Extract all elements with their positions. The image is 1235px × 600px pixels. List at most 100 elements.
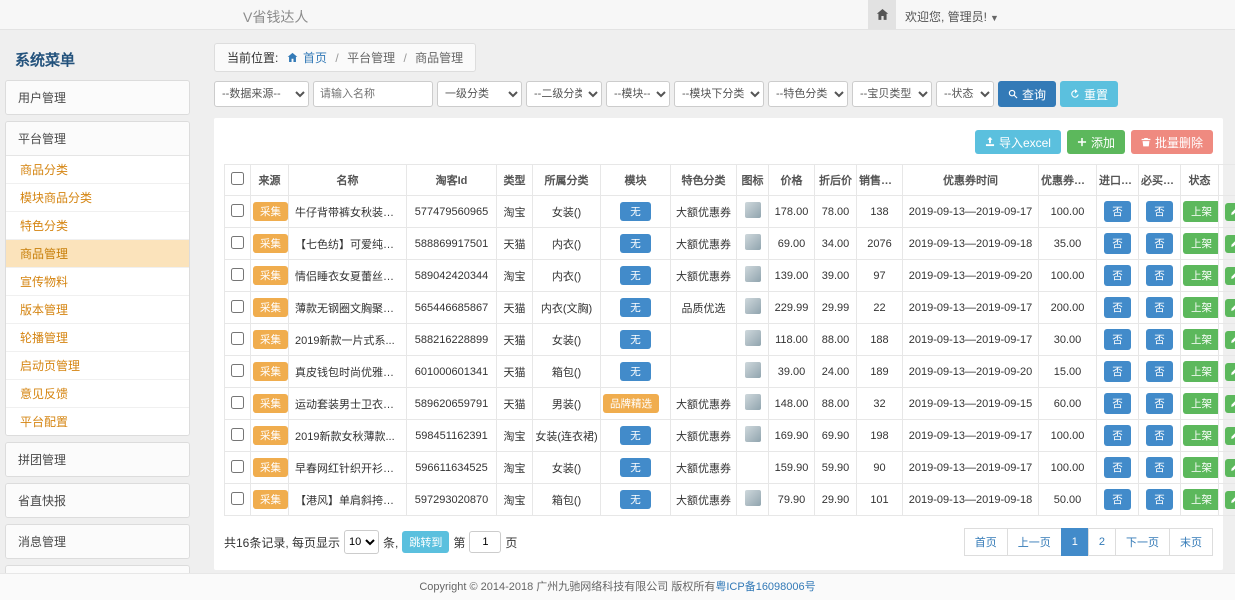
must-buy-toggle[interactable]: 否	[1146, 457, 1173, 478]
row-checkbox[interactable]	[231, 236, 244, 249]
status-button[interactable]: 上架	[1183, 457, 1219, 478]
page-size-select[interactable]: 10	[344, 530, 379, 554]
row-checkbox[interactable]	[231, 204, 244, 217]
featured-category-select[interactable]: --特色分类--	[768, 81, 848, 107]
module-sub-select[interactable]: --模块下分类--	[674, 81, 764, 107]
edit-button[interactable]	[1225, 299, 1235, 317]
jump-button[interactable]: 跳转到	[402, 531, 449, 553]
jump-page-input[interactable]	[469, 531, 501, 553]
first-page-button[interactable]: 首页	[964, 528, 1008, 556]
edit-button[interactable]	[1225, 491, 1235, 509]
must-buy-toggle[interactable]: 否	[1146, 297, 1173, 318]
module-select[interactable]: --模块--	[606, 81, 670, 107]
discount-price: 34.00	[815, 228, 857, 260]
row-checkbox[interactable]	[231, 396, 244, 409]
level1-category-select[interactable]: 一级分类	[437, 81, 522, 107]
level2-category-select[interactable]: --二级分类--	[526, 81, 602, 107]
row-checkbox[interactable]	[231, 492, 244, 505]
status-button[interactable]: 上架	[1183, 393, 1219, 414]
add-button[interactable]: 添加	[1067, 130, 1125, 154]
batch-delete-button[interactable]: 批量删除	[1131, 130, 1213, 154]
edit-button[interactable]	[1225, 427, 1235, 445]
sidebar-item-promo-materials[interactable]: 宣传物料	[6, 268, 189, 296]
reset-button[interactable]: 重置	[1060, 81, 1118, 107]
row-checkbox[interactable]	[231, 364, 244, 377]
import-select-toggle[interactable]: 否	[1104, 361, 1131, 382]
data-source-select[interactable]: --数据来源--	[214, 81, 309, 107]
sidebar-item-product-management[interactable]: 商品管理	[6, 240, 189, 268]
import-select-toggle[interactable]: 否	[1104, 457, 1131, 478]
query-button[interactable]: 查询	[998, 81, 1056, 107]
menu-label: 用户管理	[6, 81, 189, 114]
must-buy-toggle[interactable]: 否	[1146, 393, 1173, 414]
import-select-toggle[interactable]: 否	[1104, 297, 1131, 318]
sidebar-item-featured-category[interactable]: 特色分类	[6, 212, 189, 240]
must-buy-toggle[interactable]: 否	[1146, 425, 1173, 446]
prev-page-button[interactable]: 上一页	[1007, 528, 1062, 556]
sidebar-item-carousel-management[interactable]: 轮播管理	[6, 324, 189, 352]
status-button[interactable]: 上架	[1183, 201, 1219, 222]
must-buy-toggle[interactable]: 否	[1146, 489, 1173, 510]
edit-button[interactable]	[1225, 331, 1235, 349]
featured-category: 大额优惠券	[671, 196, 737, 228]
product-category: 女装()	[533, 452, 601, 484]
sidebar-item-module-product-category[interactable]: 模块商品分类	[6, 184, 189, 212]
edit-button[interactable]	[1225, 203, 1235, 221]
status-button[interactable]: 上架	[1183, 265, 1219, 286]
name-search-input[interactable]	[313, 81, 433, 107]
sidebar-item-splash-management[interactable]: 启动页管理	[6, 352, 189, 380]
sidebar-item-province-express[interactable]: 省直快报	[5, 483, 190, 518]
edit-button[interactable]	[1225, 395, 1235, 413]
status-button[interactable]: 上架	[1183, 297, 1219, 318]
item-type-select[interactable]: --宝贝类型--	[852, 81, 932, 107]
must-buy-toggle[interactable]: 否	[1146, 233, 1173, 254]
select-all-checkbox[interactable]	[231, 172, 244, 185]
import-excel-button[interactable]: 导入excel	[975, 130, 1061, 154]
status-button[interactable]: 上架	[1183, 329, 1219, 350]
user-menu[interactable]: 欢迎您, 管理员!▼	[905, 8, 999, 25]
import-select-toggle[interactable]: 否	[1104, 233, 1131, 254]
import-select-toggle[interactable]: 否	[1104, 489, 1131, 510]
sidebar-item-message-management[interactable]: 消息管理	[5, 524, 190, 559]
page-1-button[interactable]: 1	[1061, 528, 1089, 556]
sidebar-item-version-management[interactable]: 版本管理	[6, 296, 189, 324]
must-buy-toggle[interactable]: 否	[1146, 329, 1173, 350]
status-button[interactable]: 上架	[1183, 361, 1219, 382]
must-buy-toggle[interactable]: 否	[1146, 201, 1173, 222]
import-select-toggle[interactable]: 否	[1104, 265, 1131, 286]
page-2-button[interactable]: 2	[1088, 528, 1116, 556]
import-select-toggle[interactable]: 否	[1104, 425, 1131, 446]
import-select-toggle[interactable]: 否	[1104, 393, 1131, 414]
edit-button[interactable]	[1225, 235, 1235, 253]
status-button[interactable]: 上架	[1183, 489, 1219, 510]
must-buy-toggle[interactable]: 否	[1146, 265, 1173, 286]
edit-button[interactable]	[1225, 363, 1235, 381]
row-checkbox[interactable]	[231, 268, 244, 281]
sidebar-item-feedback[interactable]: 意见反馈	[6, 380, 189, 408]
status-button[interactable]: 上架	[1183, 233, 1219, 254]
row-checkbox[interactable]	[231, 460, 244, 473]
edit-button[interactable]	[1225, 459, 1235, 477]
menu-label[interactable]: 平台管理	[6, 122, 189, 155]
status-button[interactable]: 上架	[1183, 425, 1219, 446]
sidebar-item-platform-config[interactable]: 平台配置	[6, 408, 189, 435]
edit-button[interactable]	[1225, 267, 1235, 285]
import-select-toggle[interactable]: 否	[1104, 201, 1131, 222]
icp-link[interactable]: 粤ICP备16098006号	[715, 581, 815, 593]
row-checkbox[interactable]	[231, 332, 244, 345]
next-page-button[interactable]: 下一页	[1115, 528, 1170, 556]
source-badge: 采集	[253, 490, 288, 509]
row-checkbox[interactable]	[231, 300, 244, 313]
sidebar-item-product-category[interactable]: 商品分类	[6, 156, 189, 184]
coupon-time: 2019-09-13—2019-09-17	[903, 292, 1039, 324]
product-type: 天猫	[497, 356, 533, 388]
must-buy-toggle[interactable]: 否	[1146, 361, 1173, 382]
import-select-toggle[interactable]: 否	[1104, 329, 1131, 350]
status-select[interactable]: --状态--	[936, 81, 994, 107]
last-page-button[interactable]: 末页	[1169, 528, 1213, 556]
sidebar-item-groupbuy-management[interactable]: 拼团管理	[5, 442, 190, 477]
breadcrumb-home-link[interactable]: 首页	[303, 51, 327, 65]
header-home-button[interactable]	[868, 0, 896, 29]
sidebar-item-user-management[interactable]: 用户管理	[5, 80, 190, 115]
row-checkbox[interactable]	[231, 428, 244, 441]
